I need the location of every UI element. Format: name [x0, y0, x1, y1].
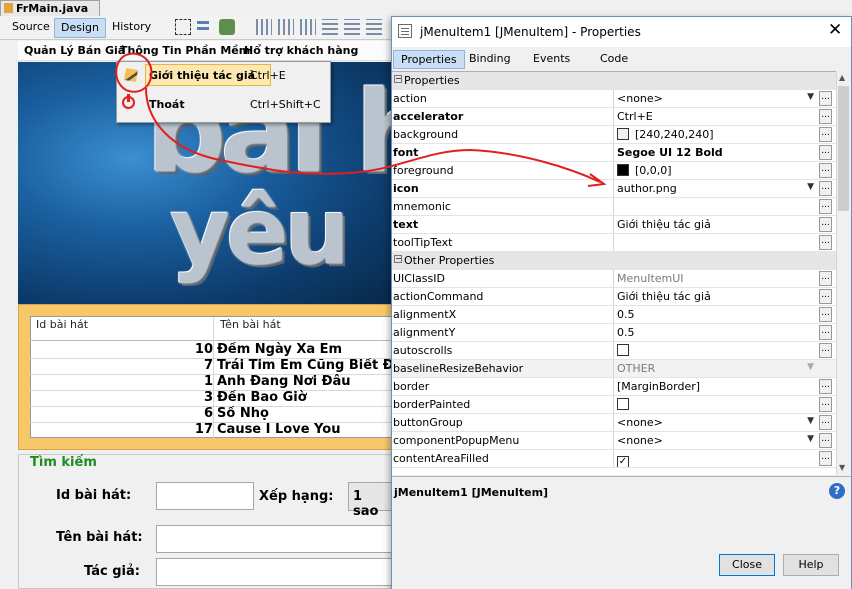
- annotation-circle: [115, 52, 153, 93]
- annotation-overlay: [115, 52, 607, 187]
- annotation-arrow-line: [145, 87, 601, 183]
